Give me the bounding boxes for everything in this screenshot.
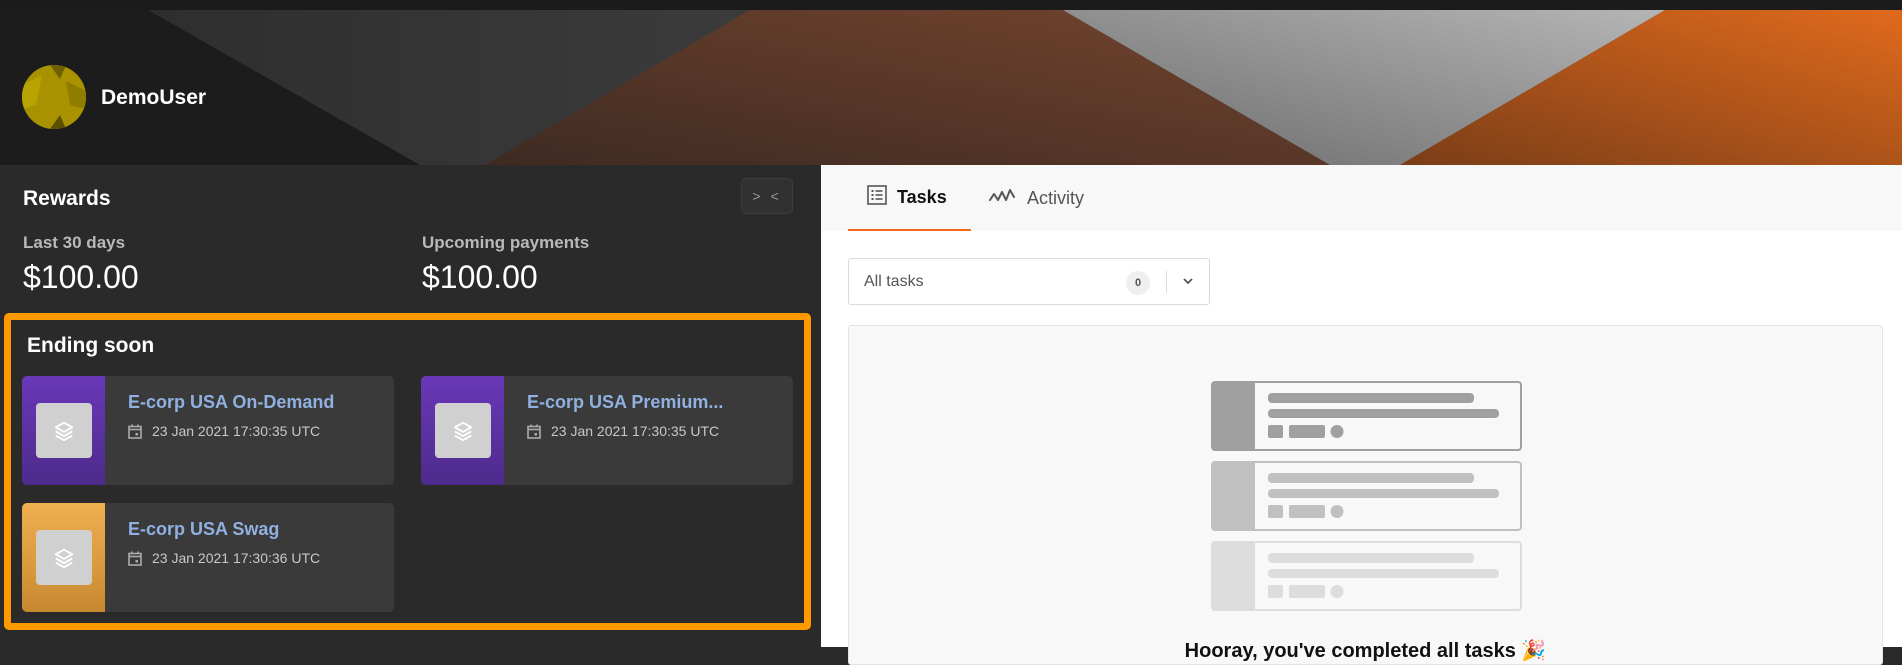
tab-activity[interactable]: Activity [989, 165, 1084, 231]
last-30-days-value: $100.00 [23, 259, 139, 295]
upcoming-payments-stat: Upcoming payments $100.00 [422, 233, 589, 296]
card-title[interactable]: E-corp USA Premium... [527, 392, 723, 413]
chevron-down-icon [1181, 274, 1195, 293]
last-30-days-label: Last 30 days [23, 233, 126, 252]
empty-tasks-illustration [1211, 381, 1522, 611]
empty-state: Hooray, you've completed all tasks 🎉 [848, 325, 1883, 665]
layers-icon [435, 403, 491, 458]
tab-activity-label: Activity [1027, 187, 1085, 208]
ending-soon-card[interactable]: E-corp USA On-Demand 23 Jan 2021 17:30:3… [22, 376, 394, 485]
tasks-panel: Tasks Activity All tasks 0 Hooray, you'v… [821, 165, 1902, 665]
card-date: 23 Jan 2021 17:30:35 UTC [527, 423, 719, 439]
card-title[interactable]: E-corp USA Swag [128, 519, 279, 540]
last-30-days-stat: Last 30 days $100.00 [23, 233, 139, 296]
task-count-badge: 0 [1126, 271, 1150, 295]
calendar-icon [527, 424, 541, 439]
task-filter-dropdown[interactable]: All tasks 0 [848, 258, 1210, 305]
card-date-text: 23 Jan 2021 17:30:35 UTC [152, 423, 321, 439]
header-background [0, 10, 1902, 165]
card-date-text: 23 Jan 2021 17:30:35 UTC [551, 423, 720, 439]
ending-soon-section: Ending soon E-corp USA On-Demand 23 Jan … [4, 313, 811, 630]
collapse-icon: > < [752, 188, 782, 204]
rewards-title: Rewards [23, 187, 111, 210]
card-date-text: 23 Jan 2021 17:30:36 UTC [152, 550, 321, 566]
dropdown-divider [1166, 271, 1167, 293]
rewards-panel: Rewards > < Last 30 days $100.00 Upcomin… [0, 165, 821, 647]
task-filter-selected: All tasks [864, 273, 924, 290]
empty-state-message: Hooray, you've completed all tasks 🎉 [1184, 640, 1547, 662]
card-date: 23 Jan 2021 17:30:35 UTC [128, 423, 320, 439]
tab-tasks-label: Tasks [897, 186, 947, 207]
username: DemoUser [101, 86, 207, 109]
card-date: 23 Jan 2021 17:30:36 UTC [128, 550, 320, 566]
calendar-icon [128, 424, 142, 439]
layers-icon [36, 530, 92, 585]
ending-soon-card[interactable]: E-corp USA Swag 23 Jan 2021 17:30:36 UTC [22, 503, 394, 612]
profile-header: DemoUser [0, 10, 1902, 165]
ending-soon-title: Ending soon [27, 334, 155, 357]
card-title[interactable]: E-corp USA On-Demand [128, 392, 334, 413]
layers-icon [36, 403, 92, 458]
collapse-button[interactable]: > < [741, 178, 793, 214]
tab-bar: Tasks Activity [821, 165, 1902, 231]
top-strip [0, 0, 1902, 10]
activity-icon [989, 188, 1017, 209]
list-icon [867, 184, 887, 210]
tab-tasks[interactable]: Tasks [848, 165, 971, 231]
upcoming-payments-value: $100.00 [422, 259, 538, 295]
calendar-icon [128, 551, 142, 566]
user-avatar-icon[interactable] [22, 65, 86, 129]
upcoming-payments-label: Upcoming payments [422, 233, 590, 252]
ending-soon-card[interactable]: E-corp USA Premium... 23 Jan 2021 17:30:… [421, 376, 793, 485]
